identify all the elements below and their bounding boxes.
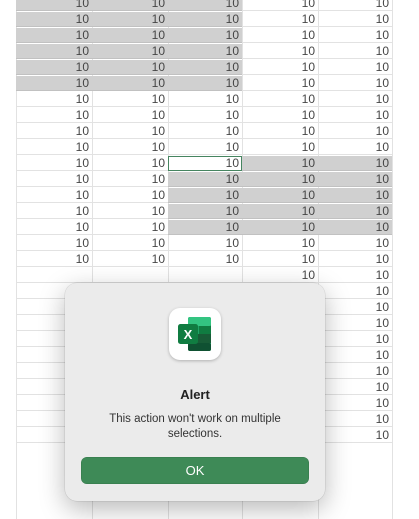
- svg-text:X: X: [184, 327, 193, 342]
- ok-button[interactable]: OK: [81, 457, 309, 484]
- alert-dialog: X Alert This action won't work on multip…: [65, 283, 325, 501]
- excel-icon: X: [169, 308, 221, 360]
- dialog-message: This action won't work on multiple selec…: [109, 413, 281, 440]
- excel-logo-graphic: X: [178, 317, 211, 351]
- dialog-title: Alert: [180, 387, 210, 402]
